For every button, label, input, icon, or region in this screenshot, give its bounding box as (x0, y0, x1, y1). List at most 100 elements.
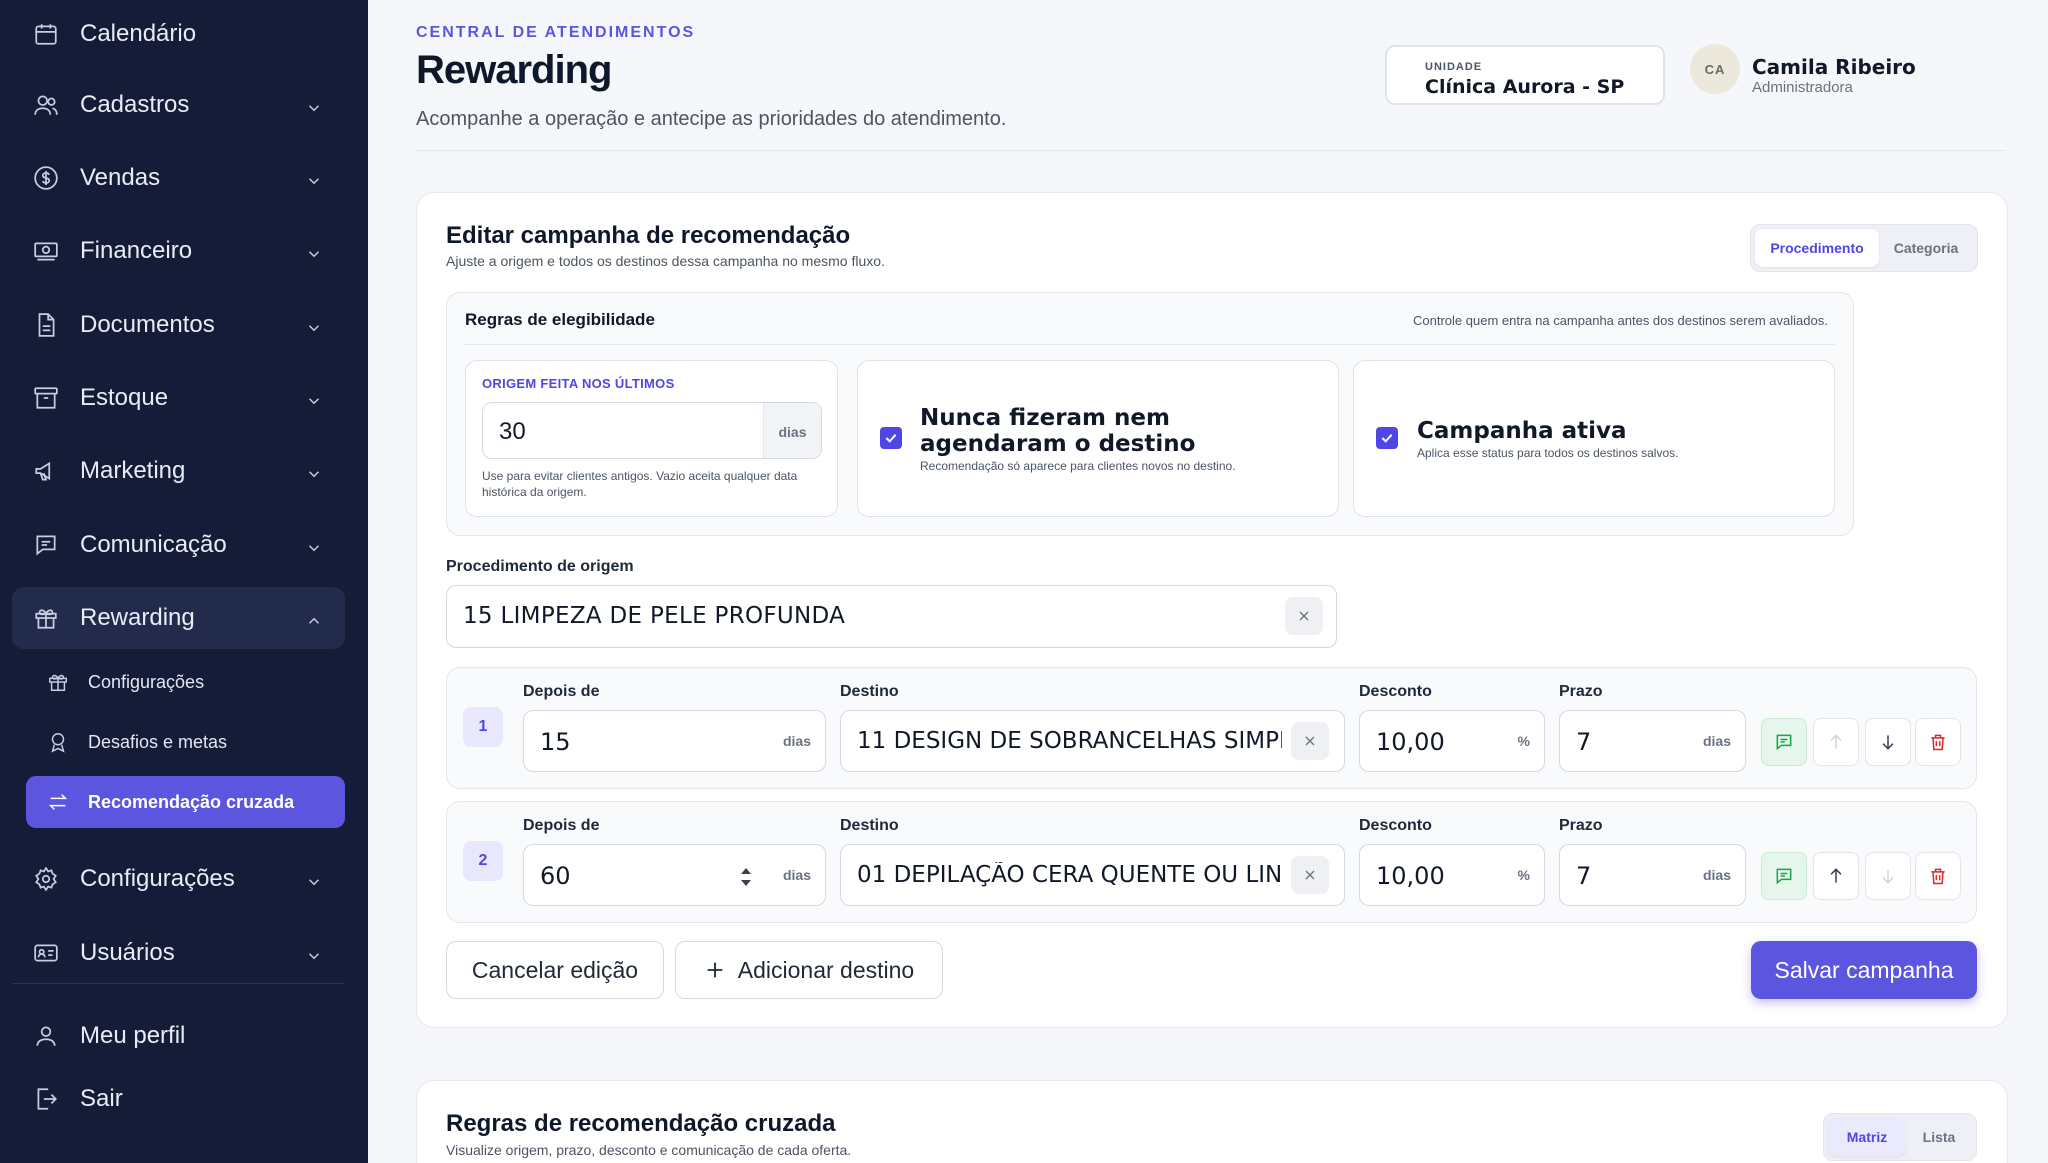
campaign-active-checkbox[interactable] (1376, 427, 1398, 449)
clear-origin-button[interactable] (1285, 597, 1323, 635)
chat-icon (32, 531, 60, 559)
user-role: Administradora (1752, 79, 1853, 96)
discount-input[interactable]: 10,00 % (1359, 710, 1545, 772)
sidebar-subitem-configuracoes[interactable]: Configurações (26, 656, 345, 708)
origin-procedure-label: Procedimento de origem (446, 558, 634, 575)
chevron-down-icon (305, 169, 323, 187)
sidebar-item-documentos[interactable]: Documentos (12, 294, 345, 356)
sidebar-subitem-label: Recomendação cruzada (88, 791, 295, 812)
after-days-input[interactable]: 15 dias (523, 710, 826, 772)
campaign-active-title: Campanha ativa (1417, 418, 1627, 444)
sidebar-item-vendas[interactable]: Vendas (12, 147, 345, 209)
sidebar-item-meu-perfil[interactable]: Meu perfil (12, 1005, 345, 1067)
unit-value: Clínica Aurora - SP (1425, 76, 1625, 98)
user-icon (32, 1022, 60, 1050)
term-unit: dias (1702, 867, 1731, 883)
sidebar-item-marketing[interactable]: Marketing (12, 440, 345, 502)
toggle-matriz[interactable]: Matriz (1828, 1118, 1906, 1156)
sidebar-item-usuarios[interactable]: Usuários (12, 922, 345, 984)
eligibility-title: Regras de elegibilidade (465, 310, 655, 329)
destination-select[interactable]: 11 DESIGN DE SOBRANCELHAS SIMPLES (840, 710, 1345, 772)
sidebar-item-estoque[interactable]: Estoque (12, 367, 345, 429)
after-days-unit: dias (782, 733, 811, 749)
origin-days-input[interactable]: 30 dias (482, 402, 822, 459)
sidebar-item-label: Comunicação (80, 531, 227, 558)
close-icon (1305, 870, 1315, 880)
sidebar-item-label: Meu perfil (80, 1022, 186, 1049)
toggle-lista[interactable]: Lista (1906, 1118, 1972, 1156)
header-divider (416, 150, 2006, 151)
document-icon (32, 311, 60, 339)
term-label: Prazo (1559, 683, 1603, 700)
sidebar-item-label: Marketing (80, 457, 186, 484)
sidebar-item-calendario[interactable]: Calendário (12, 3, 345, 65)
sidebar-item-label: Estoque (80, 384, 169, 411)
sidebar-item-label: Usuários (80, 939, 175, 966)
check-icon (885, 433, 897, 443)
never-booked-checkbox[interactable] (880, 427, 902, 449)
clear-destination-button[interactable] (1291, 856, 1329, 894)
sidebar-item-label: Configurações (80, 865, 235, 892)
after-days-value: 15 (540, 728, 571, 756)
logout-icon (32, 1085, 60, 1113)
message-button[interactable] (1761, 852, 1807, 900)
sidebar-item-rewarding[interactable]: Rewarding (12, 587, 345, 649)
origin-window-label: ORIGEM FEITA NOS ÚLTIMOS (482, 376, 675, 391)
eligibility-divider (465, 344, 1835, 345)
destination-label: Destino (840, 683, 899, 700)
calendar-icon (32, 20, 60, 48)
origin-window-help: Use para evitar clientes antigos. Vazio … (482, 469, 798, 499)
sidebar-subitem-desafios[interactable]: Desafios e metas (26, 716, 345, 768)
move-down-button[interactable] (1865, 852, 1911, 900)
origin-procedure-select[interactable]: 15 LIMPEZA DE PELE PROFUNDA (446, 585, 1337, 648)
origin-days-value: 30 (499, 418, 526, 445)
sidebar-item-financeiro[interactable]: Financeiro (12, 220, 345, 282)
chevron-up-icon (305, 609, 323, 627)
discount-input[interactable]: 10,00 % (1359, 844, 1545, 906)
toggle-categoria[interactable]: Categoria (1879, 229, 1973, 267)
trophy-icon (46, 730, 70, 754)
sidebar-subitem-recomendacao-cruzada[interactable]: Recomendação cruzada (26, 776, 345, 828)
term-input[interactable]: 7 dias (1559, 710, 1746, 772)
avatar[interactable]: CA (1690, 44, 1740, 94)
delete-destination-button[interactable] (1915, 852, 1961, 900)
number-stepper-icon[interactable] (739, 865, 753, 889)
toggle-procedimento[interactable]: Procedimento (1755, 229, 1879, 267)
sidebar-item-label: Cadastros (80, 91, 190, 118)
save-campaign-button[interactable]: Salvar campanha (1751, 941, 1977, 999)
dollar-icon (32, 164, 60, 192)
add-destination-button[interactable]: Adicionar destino (675, 941, 943, 999)
gear-icon (32, 865, 60, 893)
chevron-down-icon (305, 389, 323, 407)
gift-icon (32, 604, 60, 632)
clear-destination-button[interactable] (1291, 722, 1329, 760)
term-value: 7 (1576, 862, 1592, 890)
origin-procedure-value: 15 LIMPEZA DE PELE PROFUNDA (463, 603, 846, 629)
sidebar: Calendário Cadastros Vendas Financeiro D… (0, 0, 368, 1163)
sidebar-item-comunicacao[interactable]: Comunicação (12, 514, 345, 576)
move-down-button[interactable] (1865, 718, 1911, 766)
sidebar-item-sair[interactable]: Sair (12, 1068, 345, 1130)
message-button[interactable] (1761, 718, 1807, 766)
discount-value: 10,00 (1376, 862, 1445, 890)
sidebar-item-cadastros[interactable]: Cadastros (12, 74, 345, 136)
move-up-button[interactable] (1813, 718, 1859, 766)
campaign-subtitle: Ajuste a origem e todos os destinos dess… (446, 253, 885, 269)
arrow-up-icon (1830, 868, 1842, 883)
after-days-input[interactable]: 60 dias (523, 844, 826, 906)
cancel-edit-button[interactable]: Cancelar edição (446, 941, 664, 999)
chevron-down-icon (305, 944, 323, 962)
delete-destination-button[interactable] (1915, 718, 1961, 766)
users-icon (32, 91, 60, 119)
term-label: Prazo (1559, 817, 1603, 834)
trash-icon (1931, 868, 1945, 885)
destination-select[interactable]: 01 DEPILAÇÃO CERA QUENTE OU LINHA (840, 844, 1345, 906)
destination-number: 1 (463, 707, 503, 747)
rules-section-title: Regras de recomendação cruzada (446, 1110, 836, 1137)
destination-value: 11 DESIGN DE SOBRANCELHAS SIMPLES (857, 728, 1282, 754)
sidebar-item-configuracoes[interactable]: Configurações (12, 848, 345, 910)
term-input[interactable]: 7 dias (1559, 844, 1746, 906)
unit-selector[interactable]: UNIDADE Clínica Aurora - SP (1385, 45, 1665, 105)
move-up-button[interactable] (1813, 852, 1859, 900)
chevron-down-icon (305, 242, 323, 260)
